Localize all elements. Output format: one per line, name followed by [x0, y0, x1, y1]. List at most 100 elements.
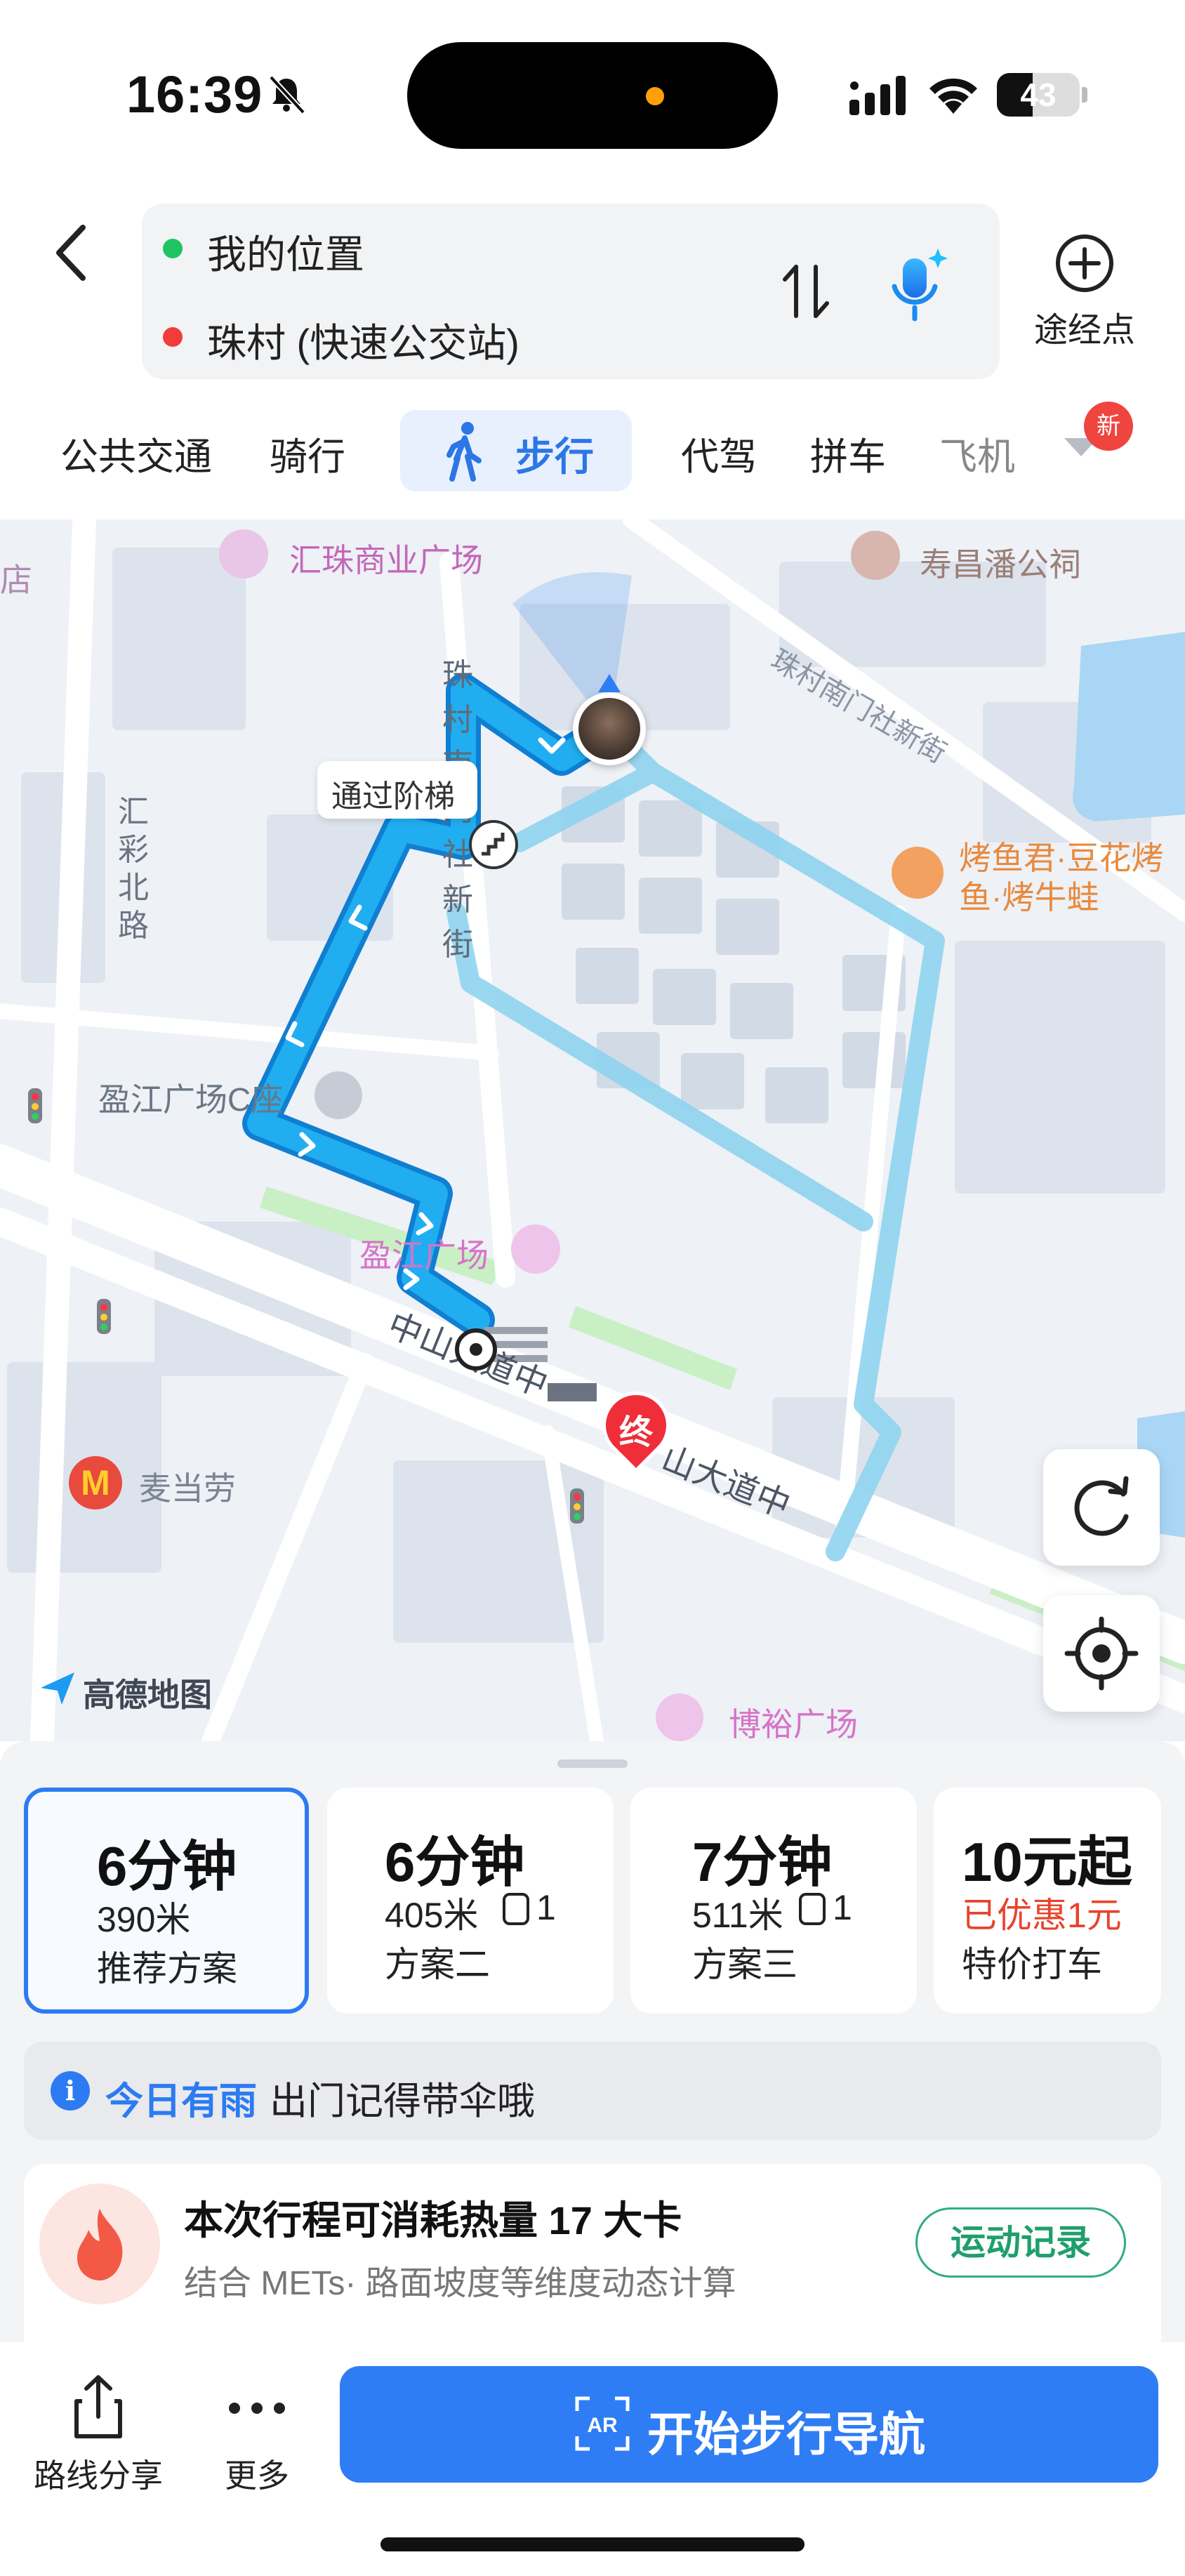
route-share-button[interactable]: 路线分享 — [28, 2366, 168, 2499]
poi-yingjiang-c[interactable]: 盈江广场C座 — [98, 1074, 283, 1121]
battery-percent: 43 — [1020, 77, 1057, 113]
flame-icon — [77, 2209, 123, 2280]
destination-dot — [163, 327, 183, 347]
poi-boyu[interactable]: 博裕广场 — [729, 1699, 858, 1741]
waypoint-label: 途经点 — [1033, 312, 1135, 349]
plan-card-taxi[interactable]: 10元起 已优惠1元 特价打车 — [934, 1788, 1161, 2014]
tab-flight[interactable]: 飞机 — [939, 425, 1015, 481]
ellipsis-icon — [229, 2403, 285, 2414]
plan-name: 方案三 — [692, 1945, 797, 1984]
building-icon — [315, 1071, 362, 1119]
taxi-price: 10元起 — [962, 1831, 1132, 1893]
poi-yingjiang[interactable]: 盈江广场 — [359, 1230, 489, 1276]
tab-carpool[interactable]: 拼车 — [810, 425, 886, 481]
stairs-tip-text: 通过阶梯 — [331, 779, 455, 814]
plan-distance: 390米 — [97, 1900, 191, 1939]
exercise-record-button[interactable]: 运动记录 — [915, 2207, 1126, 2278]
plan-distance: 405米 — [385, 1896, 479, 1935]
destination-field[interactable]: 珠村 (快速公交站) — [207, 312, 519, 369]
stairs-icon — [469, 820, 518, 869]
heading-arrow-icon — [598, 674, 621, 692]
sheet-drag-handle[interactable] — [557, 1759, 628, 1768]
poi-shouchang[interactable]: 寿昌潘公祠 — [920, 539, 1081, 586]
origin-dot — [163, 239, 183, 258]
share-icon — [74, 2375, 122, 2438]
user-location-avatar[interactable] — [573, 692, 646, 765]
status-time: 16:39 — [126, 65, 263, 124]
more-label: 更多 — [225, 2457, 289, 2494]
tab-chauffeur[interactable]: 代驾 — [681, 425, 757, 481]
tab-transit[interactable]: 公共交通 — [60, 425, 212, 481]
shopping-bag-icon — [219, 529, 268, 579]
origin-field[interactable]: 我的位置 — [207, 223, 364, 280]
plan-name: 推荐方案 — [97, 1949, 237, 1988]
more-button[interactable]: 更多 — [201, 2366, 313, 2499]
stairs-glyph — [482, 833, 505, 856]
ar-icon: AR — [575, 2396, 630, 2451]
map-view[interactable]: 汇珠商业广场 寿昌潘公祠 珠村南门社新街 珠村南门社新街 汇彩北路 烤鱼君·豆花… — [0, 520, 1185, 1741]
locate-me-button[interactable] — [1043, 1595, 1160, 1712]
plan-distance: 511米 — [692, 1896, 783, 1935]
plan-name: 特价打车 — [962, 1945, 1102, 1984]
traffic-light-icon — [799, 1893, 826, 1925]
bell-muted-icon — [269, 75, 305, 114]
amap-arrow — [41, 1672, 74, 1705]
taxi-discount: 已优惠1元 — [962, 1896, 1122, 1935]
flame-icon-bg — [39, 2184, 160, 2304]
mcdonalds-icon: M — [69, 1456, 122, 1510]
map-brand: 高德地图 — [83, 1677, 212, 1713]
wifi-icon — [929, 78, 977, 114]
tab-cycling[interactable]: 骑行 — [270, 425, 345, 481]
start-walk-navigation-button[interactable]: AR 开始步行导航 — [340, 2366, 1158, 2483]
privacy-indicator — [646, 87, 664, 105]
destination-marker-label: 终 — [619, 1414, 654, 1451]
refresh-route-button[interactable] — [1043, 1449, 1160, 1566]
home-indicator — [380, 2537, 805, 2551]
battery-tip — [1082, 87, 1087, 103]
plan-card-recommended[interactable]: 6分钟 390米 推荐方案 — [24, 1788, 309, 2014]
plan-name: 方案二 — [385, 1945, 490, 1984]
street-label-huicai: 汇彩北路 — [118, 795, 149, 943]
traffic-light-icon — [503, 1893, 529, 1925]
start-point-marker — [455, 1328, 497, 1370]
shopping-bag-icon — [656, 1693, 703, 1741]
notice-text: 出门记得带伞哦 — [270, 2080, 535, 2122]
add-waypoint-button[interactable]: 途经点 — [1025, 232, 1144, 349]
calorie-title: 本次行程可消耗热量 17 大卡 — [184, 2198, 682, 2243]
poi-mcd[interactable]: 麦当劳 — [139, 1463, 236, 1510]
poi-edge-label: 店 — [0, 562, 32, 598]
dynamic-island — [407, 42, 778, 149]
refresh-icon — [1074, 1476, 1129, 1536]
plan-time: 6分钟 — [385, 1831, 525, 1893]
locate-icon — [1064, 1616, 1139, 1691]
cellular-signal-icon — [849, 76, 906, 115]
start-navigation-label: 开始步行导航 — [647, 2408, 925, 2460]
start-point-dot — [470, 1343, 482, 1356]
tab-walking-label: 步行 — [515, 435, 594, 479]
plan-time: 6分钟 — [97, 1835, 237, 1897]
plan-time: 7分钟 — [692, 1831, 833, 1893]
svg-text:AR: AR — [587, 2414, 618, 2437]
temple-icon — [851, 531, 900, 580]
restaurant-icon — [892, 847, 944, 899]
walking-person-icon — [446, 422, 482, 482]
swap-icon[interactable] — [778, 260, 834, 323]
plan-card-3[interactable]: 7分钟 511米 1 方案三 — [630, 1788, 917, 2014]
voice-input-icon[interactable] — [882, 246, 952, 330]
shopping-bag-icon — [511, 1224, 560, 1274]
notice-highlight: 今日有雨 — [105, 2080, 257, 2122]
new-badge: 新 — [1084, 402, 1133, 451]
back-button[interactable] — [42, 218, 98, 288]
plan-lights: 1 — [833, 1888, 852, 1927]
share-label: 路线分享 — [34, 2457, 163, 2494]
poi-kaoyujun[interactable]: 烤鱼君·豆花烤鱼·烤牛蛙 — [959, 838, 1184, 917]
amap-logo-icon — [38, 1668, 77, 1708]
plan-card-2[interactable]: 6分钟 405米 1 方案二 — [327, 1788, 614, 2014]
stairs-tip: 通过阶梯 — [317, 761, 477, 819]
info-icon: i — [51, 2071, 90, 2111]
add-circle-icon — [1056, 235, 1113, 292]
plan-lights: 1 — [536, 1888, 556, 1927]
avatar — [578, 698, 640, 760]
calorie-subtitle: 结合 METs· 路面坡度等维度动态计算 — [184, 2265, 736, 2302]
poi-huizhu[interactable]: 汇珠商业广场 — [289, 535, 483, 581]
